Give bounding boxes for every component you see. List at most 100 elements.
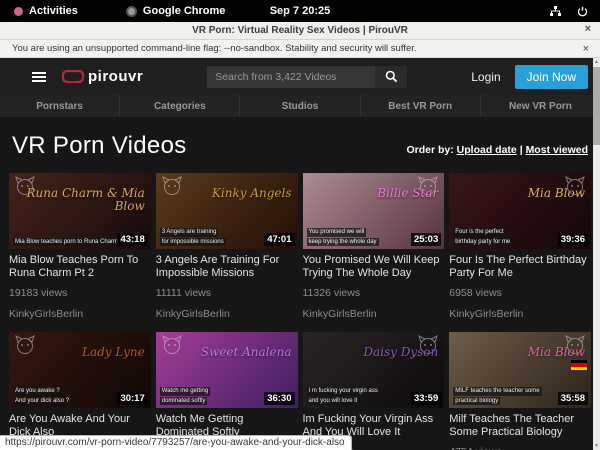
video-views: 4754 views [449,446,591,450]
video-studio-link[interactable]: KinkyGirlsBerlin [156,308,298,320]
clock[interactable]: Sep 7 20:25 [0,5,600,17]
video-card: Kinky Angels 3 Angels are trainingfor im… [156,173,298,332]
video-thumbnail[interactable]: Mia Blow Four is the perfectbirthday par… [449,173,591,249]
search-input[interactable] [207,66,375,88]
thumbnail-captions: Are you awake ?And your dick also ? [13,387,71,405]
video-studio-link[interactable]: KinkyGirlsBerlin [449,308,591,320]
duration-badge: 30:17 [117,392,147,405]
video-views: 11111 views [156,287,298,299]
thumbnail-captions: Watch me gettingdominated softly [160,387,210,405]
video-views: 11326 views [303,287,445,299]
video-card: Sweet Analena Watch me gettingdominated … [156,332,298,450]
search-bar [207,66,407,88]
main-nav: Pornstars Categories Studios Best VR Por… [0,95,600,117]
thumbnail-captions: I m fucking your virgin assand you will … [307,387,380,405]
thumbnail-captions: 3 Angels are trainingfor impossible miss… [160,228,226,246]
browser-tab-title: VR Porn: Virtual Reality Sex Videos | Pi… [192,25,408,36]
activities-dot-icon [14,7,23,16]
video-grid: Runa Charm & Mia Blow Mia Blow teaches p… [9,173,591,450]
search-button[interactable] [375,66,407,88]
nav-item-studios[interactable]: Studios [239,95,359,117]
active-app-button[interactable]: Google Chrome [126,5,226,17]
video-thumbnail[interactable]: Daisy Dyson I m fucking your virgin assa… [303,332,445,408]
os-taskbar: Activities Google Chrome Sep 7 20:25 [0,0,600,22]
video-title-link[interactable]: Mia Blow Teaches Porn To Runa Charm Pt 2 [9,254,151,280]
thumbnail-overlay-name: Lady Lyne [15,346,145,359]
video-thumbnail[interactable]: Lady Lyne Are you awake ?And your dick a… [9,332,151,408]
activities-label: Activities [29,5,78,17]
video-title-link[interactable]: 3 Angels Are Training For Impossible Mis… [156,254,298,280]
thumbnail-captions: MILF teaches the teacher somepractical b… [453,387,541,405]
page-content: VR Porn Videos Order by: Upload date | M… [0,132,600,450]
scroll-down-icon[interactable]: ▼ [593,443,600,449]
video-card: Runa Charm & Mia Blow Mia Blow teaches p… [9,173,151,332]
menu-hamburger-icon[interactable] [32,70,46,84]
duration-badge: 36:30 [264,392,294,405]
activities-button[interactable]: Activities [14,5,78,17]
thumbnail-captions: Mia Blow teaches porn to Runa Charm Pt 2 [13,238,132,246]
thumbnail-overlay-name: Sweet Analena [162,346,292,359]
video-title-link[interactable]: Milf Teaches The Teacher Some Practical … [449,413,591,439]
video-thumbnail[interactable]: Sweet Analena Watch me gettingdominated … [156,332,298,408]
video-thumbnail[interactable]: Kinky Angels 3 Angels are trainingfor im… [156,173,298,249]
nav-item-pornstars[interactable]: Pornstars [0,95,119,117]
video-views: 19183 views [9,287,151,299]
tab-close-icon[interactable]: × [585,23,591,35]
thumbnail-overlay-name: Billie Star [309,187,439,200]
browser-titlebar: VR Porn: Virtual Reality Sex Videos | Pi… [0,22,600,40]
nav-item-best-vr[interactable]: Best VR Porn [360,95,480,117]
thumbnail-overlay-name: Daisy Dyson [309,346,439,359]
video-thumbnail[interactable]: Billie Star You promised we willkeep try… [303,173,445,249]
network-icon[interactable] [550,6,561,17]
warning-close-icon[interactable]: × [583,43,589,55]
video-card: Billie Star You promised we willkeep try… [303,173,445,332]
thumbnail-captions: Four is the perfectbirthday party for me [453,228,512,246]
video-thumbnail[interactable]: Mia Blow MILF teaches the teacher somepr… [449,332,591,408]
thumbnail-overlay-name: Mia Blow [455,187,585,200]
scroll-up-icon[interactable]: ▲ [593,59,600,65]
thumbnail-captions: You promised we willkeep trying the whol… [307,228,379,246]
order-by: Order by: Upload date | Most viewed [406,144,588,156]
video-card: Mia Blow MILF teaches the teacher somepr… [449,332,591,450]
video-card: Lady Lyne Are you awake ?And your dick a… [9,332,151,450]
thumbnail-overlay-name: Kinky Angels [162,187,292,200]
page-scrollbar[interactable]: ▲ ▼ [593,58,600,450]
scrollbar-thumb[interactable] [593,67,600,145]
nav-item-categories[interactable]: Categories [119,95,239,117]
nav-item-new-vr[interactable]: New VR Porn [480,95,600,117]
thumbnail-overlay-name: Runa Charm & Mia Blow [15,187,145,212]
video-views: 6958 views [449,287,591,299]
duration-badge: 33:59 [411,392,441,405]
active-app-label: Google Chrome [143,5,226,17]
warning-text: You are using an unsupported command-lin… [12,43,417,54]
thumbnail-overlay-name: Mia Blow [455,346,585,359]
duration-badge: 43:18 [117,233,147,246]
warning-infobar: You are using an unsupported command-lin… [0,40,600,58]
german-flag-icon [571,360,587,370]
duration-badge: 25:03 [411,233,441,246]
link-status-bar: https://pirouvr.com/vr-porn-video/779325… [0,435,352,450]
order-by-label: Order by: [406,144,453,156]
video-thumbnail[interactable]: Runa Charm & Mia Blow Mia Blow teaches p… [9,173,151,249]
video-title-link[interactable]: Four Is The Perfect Birthday Party For M… [449,254,591,280]
site-header: pirouvr Login Join Now [0,58,600,95]
order-separator: | [520,144,523,156]
search-icon [385,70,398,83]
order-upload-date-link[interactable]: Upload date [457,144,517,156]
vr-goggles-icon [62,70,84,83]
order-most-viewed-link[interactable]: Most viewed [526,144,588,156]
page-title: VR Porn Videos [12,132,187,160]
video-card: Mia Blow Four is the perfectbirthday par… [449,173,591,332]
video-studio-link[interactable]: KinkyGirlsBerlin [9,308,151,320]
site-logo[interactable]: pirouvr [62,68,143,85]
login-link[interactable]: Login [471,70,500,84]
video-card: Daisy Dyson I m fucking your virgin assa… [303,332,445,450]
chrome-icon [126,6,137,17]
duration-badge: 47:01 [264,233,294,246]
video-studio-link[interactable]: KinkyGirlsBerlin [303,308,445,320]
power-icon[interactable] [577,6,588,17]
join-now-button[interactable]: Join Now [515,65,588,89]
duration-badge: 35:58 [558,392,588,405]
video-title-link[interactable]: You Promised We Will Keep Trying The Who… [303,254,445,280]
duration-badge: 39:36 [558,233,588,246]
